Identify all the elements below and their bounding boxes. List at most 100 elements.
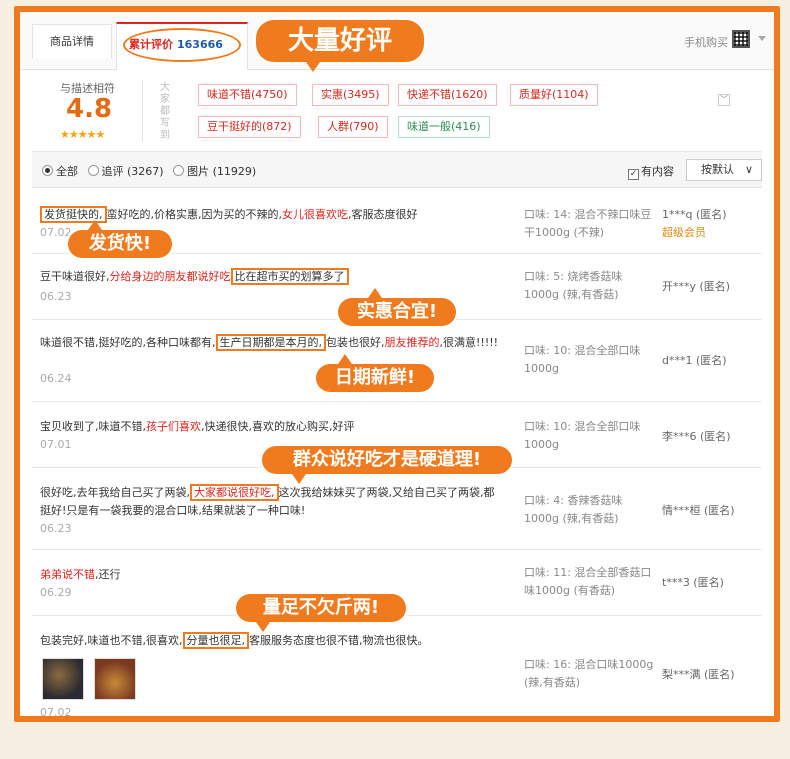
review-text: 发货挺快的, 蛮好吃的,价格实惠,因为买的不辣的,女儿很喜欢吃,客服态度很好: [40, 206, 500, 224]
review-keyword: 朋友推荐的: [384, 336, 440, 349]
impression-tag[interactable]: 人群(790): [318, 116, 388, 138]
review-sku: 口味: 16: 混合口味1000g (辣,有香菇): [524, 658, 654, 689]
has-content-label: 有内容: [641, 165, 674, 178]
impression-tag[interactable]: 味道一般(416): [398, 116, 490, 138]
review-username: 情***桓 (匿名): [662, 504, 735, 517]
checkbox-checked-icon: ✓: [628, 169, 639, 180]
has-content-checkbox[interactable]: ✓ 有内容: [628, 163, 674, 180]
review-filter-radios: 全部 追评 (3267) 图片 (11929): [42, 163, 262, 179]
filter-images-label: 图片 (11929): [187, 165, 257, 178]
review-text: 弟弟说不错,还行: [40, 566, 500, 584]
chevron-down-icon: ∨: [744, 163, 753, 176]
impression-tag[interactable]: 质量好(1104): [510, 84, 598, 106]
callout-main: 大量好评: [256, 20, 424, 72]
review-segment: 味道很不错,挺好吃的,各种口味都有,: [40, 336, 216, 349]
review-photo[interactable]: [94, 658, 136, 700]
impression-tag[interactable]: 快递不错(1620): [398, 84, 497, 106]
review-username: 1***q (匿名): [662, 208, 727, 221]
review-sku: 口味: 4: 香辣香菇味1000g (辣,有香菇): [524, 494, 623, 525]
reviews-count: 163666: [177, 38, 223, 51]
callout-text: 日期新鲜!: [334, 367, 416, 388]
filter-followup[interactable]: 追评 (3267): [87, 165, 164, 178]
sort-dropdown[interactable]: 按默认 ∨: [686, 159, 762, 181]
tags-heading: 大家都写到: [160, 82, 170, 141]
star-rating: ★★★★★: [60, 128, 105, 141]
reviews-label: 累计评价: [129, 38, 173, 51]
review-sku: 口味: 11: 混合全部香菇口味1000g (有香菇): [524, 566, 652, 597]
review-username: d***1 (匿名): [662, 354, 727, 367]
review-segment: 宝贝收到了,味道不错,: [40, 420, 146, 433]
review-username: 李***6 (匿名): [662, 430, 731, 443]
review-text: 豆干味道很好,分给身边的朋友都说好吃 比在超市买的划算多了: [40, 268, 500, 286]
review-highlight-box: 大家都说很好吃,: [190, 484, 279, 501]
callout-tail: [338, 354, 352, 364]
review-date: 06.23: [40, 522, 72, 535]
mobile-buy-link[interactable]: 手机购买: [684, 34, 728, 50]
review-item: 包装完好,味道也不错,很喜欢, 分量也很足, 客服服务态度也很不错,物流也很快。 0…: [32, 616, 762, 719]
callout-text: 量足不欠斤两!: [262, 597, 380, 618]
radio-icon: [87, 165, 99, 176]
callout-text: 实惠合宜!: [356, 301, 438, 322]
callout-tail: [368, 288, 382, 298]
filter-images[interactable]: 图片 (11929): [173, 165, 256, 178]
review-keyword: 分给身边的朋友都说好吃: [109, 270, 231, 283]
review-segment: ,快递很快,喜欢的放心购买,好评: [201, 420, 355, 433]
review-sku: 口味: 10: 混合全部口味1000g: [524, 344, 641, 375]
review-segment: ,客服态度很好: [348, 208, 418, 221]
review-segment: ,很满意!!!!!: [439, 336, 499, 349]
review-date: 07.01: [40, 438, 72, 451]
qr-code-icon[interactable]: [732, 30, 750, 48]
callout-freshness: 日期新鲜!: [316, 354, 434, 392]
review-item: 很好吃,去年我给自己买了两袋, 大家都说很好吃, 这次我给妹妹买了两袋,又给自己买了…: [32, 468, 762, 550]
review-keyword: 孩子们喜欢: [146, 420, 201, 433]
filter-all[interactable]: 全部: [42, 165, 78, 178]
review-segment: 包装也很好,: [326, 336, 385, 349]
review-username: 开***y (匿名): [662, 280, 731, 293]
review-date: 06.24: [40, 372, 72, 385]
review-segment: ,还行: [95, 568, 121, 581]
review-user: 1***q (匿名) 超级会员: [662, 206, 727, 242]
review-date: 06.29: [40, 586, 72, 599]
divider: [142, 80, 143, 142]
impression-tag[interactable]: 实惠(3495): [312, 84, 389, 106]
tab-product-details[interactable]: 商品详情: [32, 24, 112, 58]
review-keyword: 女儿很喜欢吃: [282, 208, 348, 221]
filter-all-label: 全部: [56, 165, 78, 178]
score-value: 4.8: [66, 94, 113, 124]
review-text: 味道很不错,挺好吃的,各种口味都有, 生产日期都是本月的, 包装也很好,朋友推荐的,…: [40, 334, 500, 352]
vip-badge: 超级会员: [662, 226, 706, 239]
review-highlight-box: 分量也很足,: [182, 632, 249, 649]
review-sku: 口味: 5: 烧烤香菇味1000g (辣,有香菇): [524, 270, 623, 301]
review-highlight-box: 生产日期都是本月的,: [215, 334, 326, 351]
callout-text: 群众说好吃才是硬道理!: [292, 449, 482, 470]
review-segment: 客服服务态度也很不错,物流也很快。: [249, 634, 429, 647]
filter-bar: 全部 追评 (3267) 图片 (11929) ✓ 有内容 按默认 ∨: [32, 152, 762, 188]
tab-reviews[interactable]: 累计评价 163666: [116, 22, 248, 70]
review-username: t***3 (匿名): [662, 576, 724, 589]
review-username: 梨***满 (匿名): [662, 668, 735, 681]
review-photo[interactable]: [42, 658, 84, 700]
review-date: 07.02: [40, 706, 72, 719]
review-date: 06.23: [40, 290, 72, 303]
rating-panel: 与描述相符 4.8 ★★★★★ 大家都写到 味道不错(4750) 实惠(3495…: [32, 70, 762, 152]
callout-text: 发货快!: [88, 233, 152, 254]
review-segment: 很好吃,去年我给自己买了两袋,: [40, 486, 190, 499]
review-segment: 包装完好,味道也不错,很喜欢,: [40, 634, 183, 647]
review-highlight-box: 比在超市买的划算多了: [230, 268, 349, 285]
impression-tag[interactable]: 豆干挺好的(872): [198, 116, 301, 138]
review-keyword: 弟弟说不错: [40, 568, 95, 581]
sort-label: 按默认: [701, 163, 734, 176]
review-sku: 口味: 14: 混合不辣口味豆干1000g (不辣): [524, 208, 652, 239]
impression-tag[interactable]: 味道不错(4750): [198, 84, 297, 106]
radio-selected-icon: [42, 165, 53, 176]
review-text: 包装完好,味道也不错,很喜欢, 分量也很足, 客服服务态度也很不错,物流也很快。: [40, 632, 520, 650]
expand-tags-icon[interactable]: ﹀: [718, 94, 730, 106]
review-segment: 豆干味道很好,: [40, 270, 110, 283]
review-text: 宝贝收到了,味道不错,孩子们喜欢,快递很快,喜欢的放心购买,好评: [40, 418, 500, 436]
review-segment: 蛮好吃的,价格实惠,因为买的不辣的,: [106, 208, 283, 221]
review-sku: 口味: 10: 混合全部口味1000g: [524, 420, 641, 451]
callout-main-text: 大量好评: [287, 26, 392, 56]
review-frame: 商品详情 累计评价 163666 手机购买 大量好评 与描述相符 4.8 ★★★★…: [14, 6, 780, 722]
filter-followup-label: 追评 (3267): [101, 165, 164, 178]
chevron-down-icon[interactable]: [758, 36, 766, 41]
